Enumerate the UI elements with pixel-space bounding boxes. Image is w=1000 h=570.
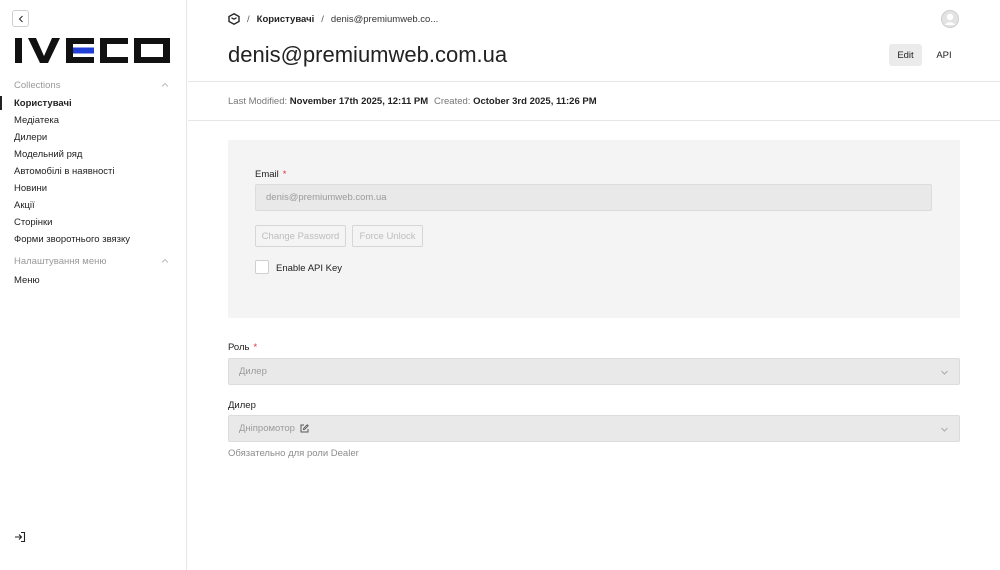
created-value: October 3rd 2025, 11:26 PM xyxy=(473,96,597,107)
iveco-logo[interactable] xyxy=(14,36,172,66)
role-value: Дилер xyxy=(239,366,267,377)
role-label: Роль * xyxy=(228,342,257,353)
breadcrumb-current: denis@premiumweb.co... xyxy=(330,13,439,25)
breadcrumb-users[interactable]: Користувачі xyxy=(257,14,315,25)
force-unlock-button[interactable]: Force Unlock xyxy=(352,225,423,247)
sidebar-item-pages[interactable]: Сторінки xyxy=(14,217,53,228)
sidebar: Collections Користувачі Медіатека Дилери… xyxy=(0,0,187,570)
avatar[interactable] xyxy=(941,10,959,28)
tab-edit[interactable]: Edit xyxy=(889,44,922,66)
dealer-label: Дилер xyxy=(228,400,256,411)
sidebar-item-menu[interactable]: Меню xyxy=(14,275,40,286)
chevron-down-icon xyxy=(941,370,948,375)
enable-api-key-label[interactable]: Enable API Key xyxy=(276,263,342,274)
last-modified-label: Last Modified: xyxy=(228,96,288,107)
required-mark: * xyxy=(253,342,258,353)
sidebar-item-news[interactable]: Новини xyxy=(14,183,47,194)
user-icon xyxy=(941,10,959,28)
email-label-text: Email xyxy=(255,169,279,180)
role-select[interactable]: Дилер xyxy=(228,358,960,385)
chevron-down-icon xyxy=(941,427,948,432)
header-divider xyxy=(188,81,1000,82)
active-indicator xyxy=(0,96,2,110)
sidebar-item-media[interactable]: Медіатека xyxy=(14,115,59,126)
group-label-collections[interactable]: Collections xyxy=(14,80,60,91)
breadcrumb: / Користувачі / denis@premiumweb.co... xyxy=(228,12,438,26)
dealer-value: Дніпромотор xyxy=(239,423,295,434)
sidebar-item-feedback-forms[interactable]: Форми зворотнього звязку xyxy=(14,234,130,245)
sidebar-item-dealers[interactable]: Дилери xyxy=(14,132,47,143)
created: Created: October 3rd 2025, 11:26 PM xyxy=(434,96,597,107)
page-title: denis@premiumweb.com.ua xyxy=(228,42,508,67)
change-password-button[interactable]: Change Password xyxy=(255,225,346,247)
chevron-up-icon[interactable] xyxy=(161,81,169,89)
sidebar-item-model-range[interactable]: Модельний ряд xyxy=(14,149,82,160)
sidebar-item-promotions[interactable]: Акції xyxy=(14,200,35,211)
breadcrumb-separator: / xyxy=(247,13,250,25)
last-modified: Last Modified: November 17th 2025, 12:11… xyxy=(228,96,428,107)
email-label: Email * xyxy=(255,169,286,180)
logo-accent-bar xyxy=(73,47,94,54)
created-label: Created: xyxy=(434,96,471,107)
group-label-menu-settings[interactable]: Налаштування меню xyxy=(14,256,107,267)
tab-api[interactable]: API xyxy=(928,44,960,66)
role-label-text: Роль xyxy=(228,342,250,353)
sidebar-item-users[interactable]: Користувачі xyxy=(14,98,72,109)
required-mark: * xyxy=(282,169,287,180)
sidebar-item-cars-in-stock[interactable]: Автомобілі в наявності xyxy=(14,166,115,177)
email-field[interactable]: denis@premiumweb.com.ua xyxy=(255,184,932,211)
last-modified-value: November 17th 2025, 12:11 PM xyxy=(289,96,429,107)
logout-icon[interactable] xyxy=(14,531,26,543)
dealer-select[interactable]: Дніпромотор xyxy=(228,415,960,442)
collapse-sidebar-button[interactable] xyxy=(12,10,29,27)
chevron-left-icon xyxy=(18,15,23,22)
edit-icon[interactable] xyxy=(300,424,309,433)
home-icon[interactable] xyxy=(228,13,240,25)
meta-divider xyxy=(188,120,1000,121)
enable-api-key-checkbox[interactable] xyxy=(255,260,269,274)
chevron-up-icon[interactable] xyxy=(161,257,169,265)
breadcrumb-separator: / xyxy=(321,13,324,25)
dealer-hint: Обязательно для роли Dealer xyxy=(228,448,359,459)
